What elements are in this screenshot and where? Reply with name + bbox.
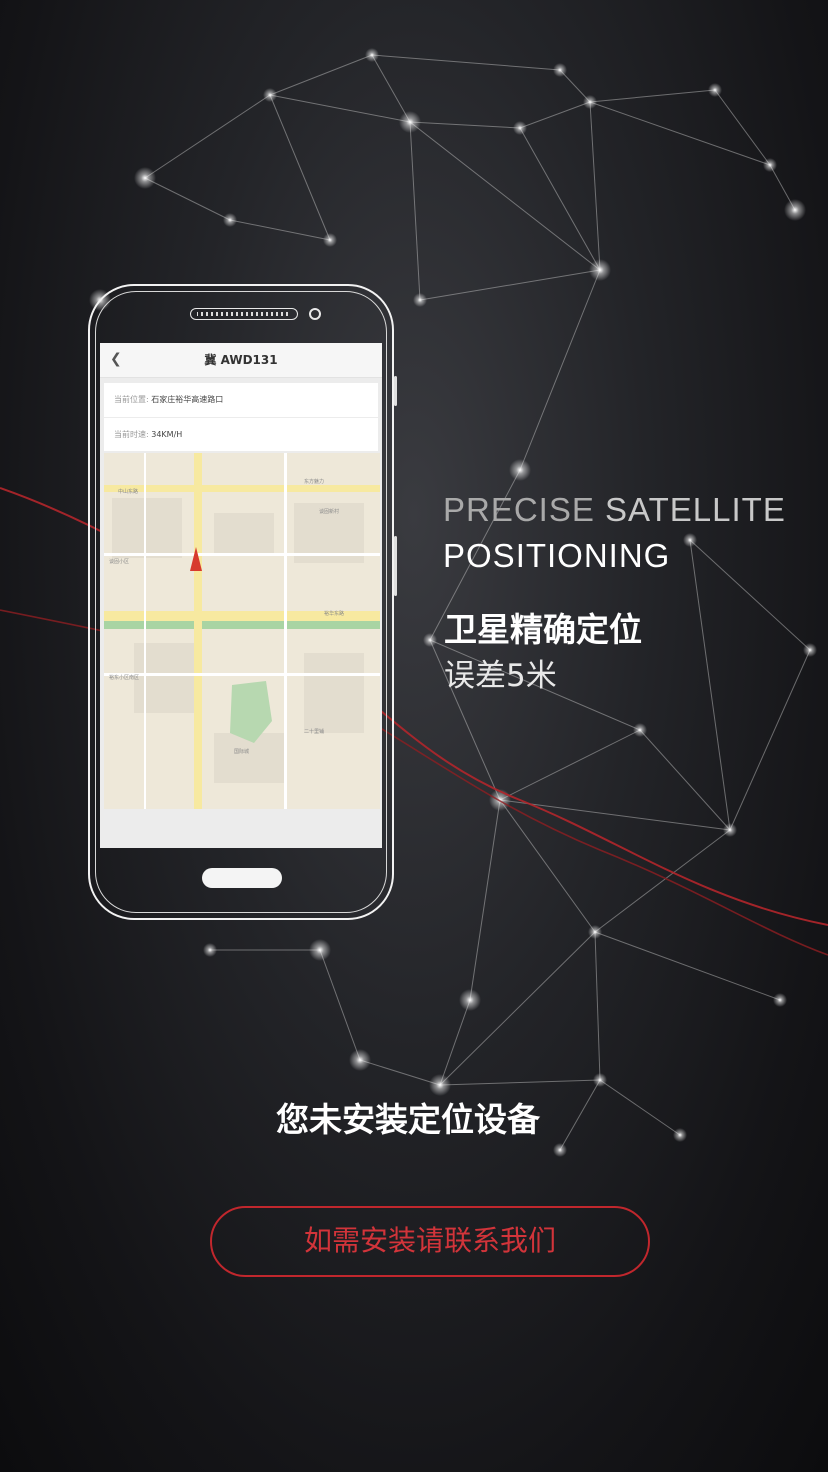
tagline-en-word1: PRECISE bbox=[443, 491, 595, 528]
network-node bbox=[459, 989, 481, 1011]
network-node bbox=[349, 1049, 371, 1071]
location-value: 石家庄裕华高速路口 bbox=[151, 395, 224, 404]
camera-icon bbox=[309, 308, 321, 320]
network-node bbox=[513, 121, 527, 135]
network-node bbox=[323, 233, 337, 247]
network-node bbox=[723, 823, 737, 837]
map-view: 中山东路 东方魅力 谈固新村谈固小区 裕华东路裕东小区南区 二十里铺国际城 bbox=[104, 453, 380, 809]
network-node bbox=[593, 1073, 607, 1087]
home-button bbox=[202, 868, 282, 888]
network-node bbox=[633, 723, 647, 737]
no-device-message: 您未安装定位设备 bbox=[276, 1100, 540, 1139]
network-node bbox=[708, 83, 722, 97]
network-node bbox=[803, 643, 817, 657]
network-node bbox=[365, 48, 379, 62]
network-node bbox=[263, 88, 277, 102]
power-button bbox=[394, 536, 397, 596]
network-node bbox=[773, 993, 787, 1007]
contact-us-button[interactable]: 如需安装请联系我们 bbox=[210, 1206, 650, 1277]
speed-label: 当前时速: bbox=[114, 430, 149, 439]
phone-screen: ❮ 冀 AWD131 当前位置: 石家庄裕华高速路口 当前时速: 34KM/H bbox=[100, 343, 382, 848]
svg-text:谈固小区: 谈固小区 bbox=[109, 558, 129, 565]
tagline-english: PRECISE SATELLITE POSITIONING bbox=[443, 487, 786, 579]
location-row: 当前位置: 石家庄裕华高速路口 bbox=[104, 383, 378, 417]
network-node bbox=[553, 63, 567, 77]
network-node bbox=[583, 95, 597, 109]
network-node bbox=[413, 293, 427, 307]
screen-header: ❮ 冀 AWD131 bbox=[100, 343, 382, 378]
svg-text:东方魅力: 东方魅力 bbox=[304, 478, 324, 485]
network-node bbox=[763, 158, 777, 172]
svg-text:中山东路: 中山东路 bbox=[118, 488, 138, 495]
svg-text:裕华东路: 裕华东路 bbox=[324, 610, 344, 617]
network-node bbox=[203, 943, 217, 957]
network-node bbox=[134, 167, 156, 189]
svg-text:国际城: 国际城 bbox=[234, 748, 249, 755]
phone-mockup: ❮ 冀 AWD131 当前位置: 石家庄裕华高速路口 当前时速: 34KM/H bbox=[88, 284, 397, 920]
network-node bbox=[784, 199, 806, 221]
network-node bbox=[553, 1143, 567, 1157]
location-info-card: 当前位置: 石家庄裕华高速路口 当前时速: 34KM/H bbox=[104, 383, 378, 451]
volume-button bbox=[394, 376, 397, 406]
svg-text:裕东小区南区: 裕东小区南区 bbox=[109, 674, 139, 681]
tagline-en-word2: SATELLITE bbox=[605, 491, 786, 528]
network-node bbox=[423, 633, 437, 647]
tagline-accuracy: 误差5米 bbox=[444, 658, 557, 694]
network-node bbox=[589, 259, 611, 281]
speed-row: 当前时速: 34KM/H bbox=[104, 417, 378, 452]
network-node bbox=[509, 459, 531, 481]
svg-text:二十里铺: 二十里铺 bbox=[304, 728, 324, 735]
speed-value: 34KM/H bbox=[151, 430, 183, 439]
network-node bbox=[399, 111, 421, 133]
speaker-grille bbox=[190, 308, 298, 320]
location-label: 当前位置: bbox=[114, 395, 149, 404]
svg-text:谈固新村: 谈固新村 bbox=[319, 508, 339, 515]
tagline-chinese: 卫星精确定位 bbox=[444, 610, 642, 649]
network-node bbox=[309, 939, 331, 961]
tagline-en-line2: POSITIONING bbox=[443, 537, 671, 574]
network-node bbox=[223, 213, 237, 227]
network-node bbox=[588, 925, 602, 939]
vehicle-plate-title: 冀 AWD131 bbox=[204, 353, 278, 367]
